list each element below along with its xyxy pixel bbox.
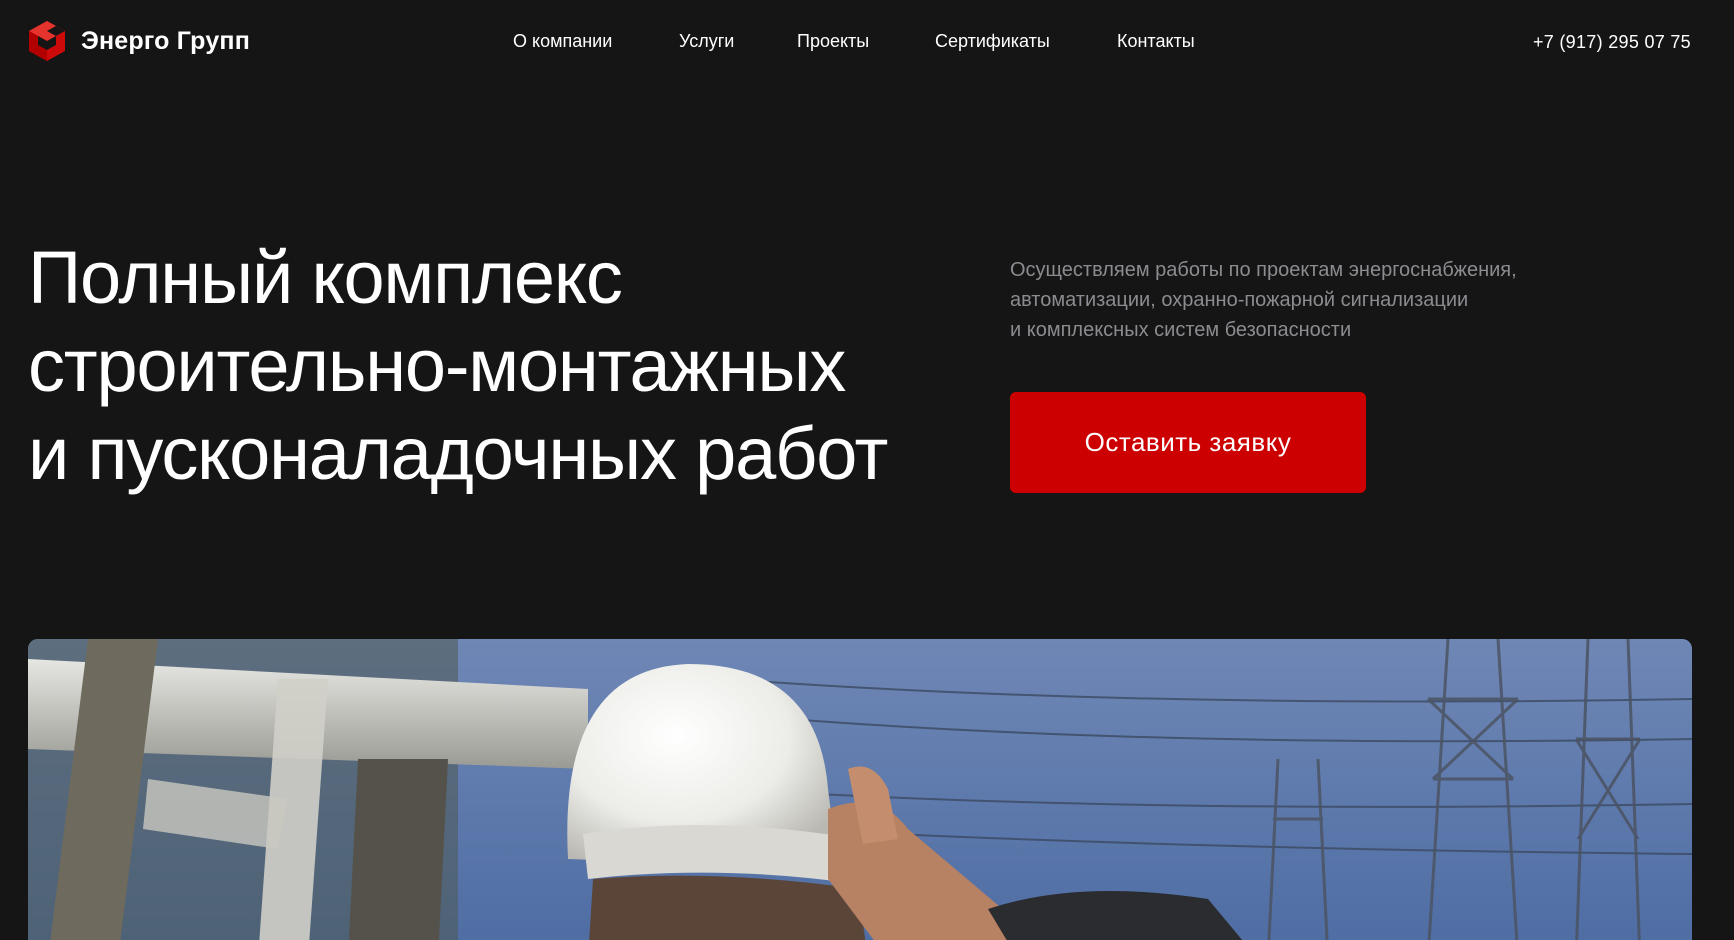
hero-title-line: Полный комплекс [28,236,623,319]
nav-item-projects[interactable]: Проекты [797,31,869,52]
hero-description-line: автоматизации, охранно-пожарной сигнализ… [1010,289,1469,311]
hero-description-line: и комплексных систем безопасности [1010,319,1352,341]
hero-title-line: и пусконаладочных работ [28,412,888,495]
phone-link[interactable]: +7 (917) 295 07 75 [1533,32,1691,53]
nav-item-contacts[interactable]: Контакты [1117,31,1195,52]
hero-description-line: Осуществляем работы по проектам энергосн… [1010,259,1517,281]
hero-photo [28,639,1692,940]
worker-hard-hat-power-lines-image [28,639,1692,940]
landing-page: Энерго Групп О компании Услуги Проекты С… [0,0,1734,940]
nav-item-about[interactable]: О компании [513,31,612,52]
cube-logo-icon [29,21,65,61]
brand-name: Энерго Групп [81,26,251,55]
nav-item-certificates[interactable]: Сертификаты [935,31,1050,52]
hero-description: Осуществляем работы по проектам энергосн… [1010,255,1630,345]
nav-item-services[interactable]: Услуги [679,31,734,52]
logo-link[interactable]: Энерго Групп [27,20,250,62]
site-header: Энерго Групп О компании Услуги Проекты С… [0,0,1734,86]
hero-title-line: строительно-монтажных [28,324,846,407]
hero-title: Полный комплекс строительно-монтажных и … [28,234,928,498]
submit-request-button[interactable]: Оставить заявку [1010,392,1366,493]
